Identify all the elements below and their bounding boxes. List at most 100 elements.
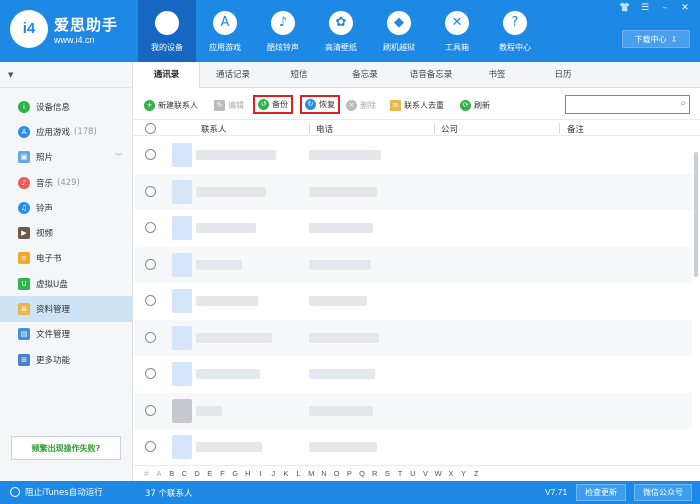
dedupe-contacts-button[interactable]: ≡ 联系人去重 [390,97,444,113]
download-center-button[interactable]: 下载中心 ⇩ [622,30,690,48]
nav-tutorials[interactable]: ? 教程中心 [486,0,544,62]
sidebar-item-music[interactable]: ♪ 音乐 (429) [0,170,132,195]
sidebar-item-apps[interactable]: A 应用游戏 (178) [0,119,132,144]
sidebar-item-photos[interactable]: ▣ 照片 ﹀ [0,145,132,170]
row-radio[interactable] [145,368,156,379]
shirt-icon[interactable]: 👕 [618,2,632,14]
table-row[interactable] [134,283,692,320]
delete-button[interactable]: × 删除 [346,97,376,113]
alpha-index-w[interactable]: W [432,469,445,478]
column-note[interactable]: 备注 [567,123,584,135]
select-all-radio[interactable] [145,123,156,134]
nav-my-device[interactable]: 我的设备 [138,0,196,62]
menu-icon[interactable]: ☰ [638,2,652,14]
sidebar-item-ebooks[interactable]: ≡ 电子书 [0,246,132,271]
scrollbar-thumb[interactable] [694,152,698,277]
row-radio[interactable] [145,222,156,233]
tab-sms[interactable]: 短信 [266,62,332,88]
column-phone[interactable]: 电话 [316,123,333,135]
alpha-index-k[interactable]: K [280,469,293,478]
tab-notes[interactable]: 备忘录 [332,62,398,88]
alpha-index-m[interactable]: M [305,469,318,478]
alpha-index-d[interactable]: D [191,469,204,478]
alpha-index-i[interactable]: I [254,469,267,478]
sidebar-item-virtual-usb[interactable]: U 虚拟U盘 [0,271,132,296]
alpha-index-hash[interactable]: # [140,469,153,478]
sidebar-item-ringtones[interactable]: ♫ 铃声 [0,195,132,220]
chevron-down-icon[interactable]: ﹀ [115,152,122,162]
alpha-index-p[interactable]: P [343,469,356,478]
device-selector[interactable]: ▼ [0,62,132,88]
alpha-index-u[interactable]: U [406,469,419,478]
alpha-index-j[interactable]: J [267,469,280,478]
alpha-index-y[interactable]: Y [457,469,470,478]
alpha-index-b[interactable]: B [165,469,178,478]
contact-search-input[interactable]: ⌕ [565,95,690,114]
alpha-index-t[interactable]: T [394,469,407,478]
row-radio[interactable] [145,331,156,343]
alpha-index-n[interactable]: N [318,469,331,478]
row-radio[interactable] [145,441,156,452]
sidebar-item-device-info[interactable]: i 设备信息 [0,94,132,119]
tab-calendar[interactable]: 日历 [530,62,596,88]
table-row[interactable] [134,210,692,247]
minimize-icon[interactable]: – [658,2,672,14]
nav-apps-games[interactable]: A 应用游戏 [196,0,254,62]
alpha-index-h[interactable]: H [242,469,255,478]
block-itunes-toggle[interactable]: 阻止iTunes自动运行 [10,486,103,498]
sidebar-item-data-management[interactable]: ≣ 资料管理 [0,296,132,322]
column-company[interactable]: 公司 [441,123,458,135]
photo-icon: ▣ [18,151,30,164]
alpha-index-o[interactable]: O [330,469,343,478]
alpha-index-v[interactable]: V [419,469,432,478]
edit-button[interactable]: ✎ 编辑 [214,97,244,113]
alpha-index-q[interactable]: Q [356,469,369,478]
tab-bookmarks[interactable]: 书签 [464,62,530,88]
table-row[interactable] [134,392,692,429]
alpha-index-f[interactable]: F [216,469,229,478]
frequent-failure-help-button[interactable]: 频繁出现操作失败? [11,436,121,460]
nav-flash-jailbreak[interactable]: ◆ 刷机越狱 [370,0,428,62]
alpha-index-s[interactable]: S [381,469,394,478]
alpha-index-l[interactable]: L [292,469,305,478]
alpha-index-z[interactable]: Z [470,469,483,478]
row-radio[interactable] [145,295,156,306]
alpha-index-r[interactable]: R [368,469,381,478]
alpha-index-g[interactable]: G [229,469,242,478]
sidebar-item-file-management[interactable]: ▤ 文件管理 [0,322,132,347]
tab-voice-memos[interactable]: 语音备忘录 [398,62,464,88]
row-radio[interactable] [145,258,156,270]
restore-button[interactable]: ↻ 恢复 [300,95,340,114]
backup-button[interactable]: ↺ 备份 [253,95,293,114]
close-icon[interactable]: ✕ [678,2,692,14]
sidebar-item-videos[interactable]: ▶ 视频 [0,220,132,245]
contacts-toolbar: + 新建联系人 ✎ 编辑 ↺ 备份 ↻ 恢复 × 删除 ≡ 联系人去重 ⟳ 刷新… [134,92,700,118]
table-row[interactable] [134,356,692,393]
alpha-index-a[interactable]: A [153,469,166,478]
row-radio[interactable] [145,404,156,416]
refresh-button[interactable]: ⟳ 刷新 [460,97,490,113]
table-row[interactable] [134,429,692,466]
nav-toolbox[interactable]: ✕ 工具箱 [428,0,486,62]
row-radio[interactable] [145,149,156,160]
tab-call-log[interactable]: 通话记录 [200,62,266,88]
row-radio[interactable] [145,185,156,197]
table-row[interactable] [134,246,692,283]
sidebar-item-more[interactable]: ⊞ 更多功能 [0,347,132,372]
table-row[interactable] [134,137,692,174]
table-row[interactable] [134,173,692,210]
alpha-index-x[interactable]: X [445,469,458,478]
new-contact-button[interactable]: + 新建联系人 [144,97,198,113]
column-contact[interactable]: 联系人 [201,123,227,135]
contact-list [134,137,692,504]
tab-contacts[interactable]: 通讯录 [134,62,200,88]
download-center-label: 下载中心 [634,34,667,44]
nav-wallpapers[interactable]: ✿ 高清壁纸 [312,0,370,62]
alpha-index-e[interactable]: E [203,469,216,478]
check-update-button[interactable]: 检查更新 [576,484,626,501]
table-row[interactable] [134,319,692,356]
alpha-index-c[interactable]: C [178,469,191,478]
wechat-official-button[interactable]: 微信公众号 [634,484,692,501]
flower-icon: ✿ [329,11,353,35]
nav-ringtones[interactable]: ♪ 酷炫铃声 [254,0,312,62]
